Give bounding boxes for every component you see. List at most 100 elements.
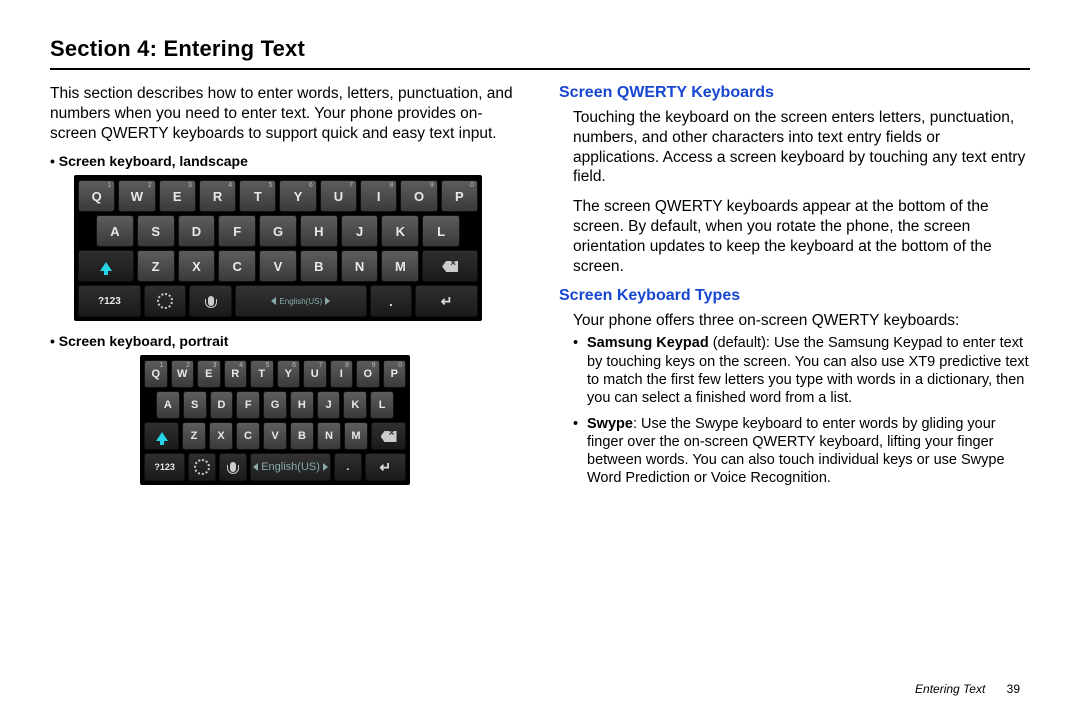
- key-c: C: [236, 422, 260, 450]
- types-block: Your phone offers three on-screen QWERTY…: [573, 311, 1030, 488]
- footer-title: Entering Text: [915, 682, 985, 696]
- key-s: S: [137, 215, 175, 247]
- key-r: R4: [224, 360, 248, 388]
- key-u: U7: [303, 360, 327, 388]
- key-t: T5: [250, 360, 274, 388]
- kb-row-2: A S D F G H J K L: [78, 215, 478, 247]
- key-space: English(US): [250, 453, 330, 481]
- key-shift: [78, 250, 134, 282]
- key-period: .: [370, 285, 413, 317]
- portrait-keyboard-label: • Screen keyboard, portrait: [50, 333, 521, 349]
- key-l: L: [370, 391, 394, 419]
- key-j: J: [317, 391, 341, 419]
- backspace-icon: [381, 431, 397, 442]
- key-m: M: [344, 422, 368, 450]
- key-period: .: [334, 453, 362, 481]
- key-v: V: [263, 422, 287, 450]
- key-f: F: [236, 391, 260, 419]
- keyboard-landscape-figure: Q1 W2 E3 R4 T5 Y6 U7 I8 O9 P0 A S: [74, 175, 521, 321]
- key-backspace: [422, 250, 478, 282]
- gear-icon: [194, 459, 210, 475]
- key-y: Y6: [279, 180, 316, 212]
- key-a: A: [96, 215, 134, 247]
- key-settings: [144, 285, 187, 317]
- kb-row-1: Q1 W2 E3 R4 T5 Y6 U7 I8 O9 P0: [78, 180, 478, 212]
- key-i: I8: [360, 180, 397, 212]
- footer-page-number: 39: [1007, 682, 1020, 696]
- key-k: K: [343, 391, 367, 419]
- shift-icon: [156, 432, 168, 441]
- key-o: O9: [356, 360, 380, 388]
- list-term: Swype: [587, 416, 633, 432]
- types-heading: Screen Keyboard Types: [559, 287, 1030, 305]
- key-enter: [365, 453, 406, 481]
- mic-icon: [230, 462, 236, 472]
- kb-row-3: Z X C V B N M: [144, 422, 406, 450]
- key-i: I8: [330, 360, 354, 388]
- section-rule: [50, 68, 1030, 70]
- gear-icon: [157, 293, 173, 309]
- key-r: R4: [199, 180, 236, 212]
- key-g: G: [259, 215, 297, 247]
- left-column: This section describes how to enter word…: [50, 84, 521, 497]
- key-n: N: [341, 250, 379, 282]
- key-shift: [144, 422, 179, 450]
- list-text: : Use the Swype keyboard to enter words …: [587, 416, 1005, 486]
- key-p: P0: [383, 360, 407, 388]
- chevron-left-icon: [271, 297, 276, 305]
- list-item: Swype: Use the Swype keyboard to enter w…: [573, 415, 1030, 488]
- key-settings: [188, 453, 216, 481]
- key-d: D: [210, 391, 234, 419]
- key-o: O9: [400, 180, 437, 212]
- key-s: S: [183, 391, 207, 419]
- key-h: H: [290, 391, 314, 419]
- key-d: D: [178, 215, 216, 247]
- key-x: X: [209, 422, 233, 450]
- mic-icon: [208, 296, 214, 306]
- chevron-left-icon: [253, 463, 258, 471]
- keyboard-types-list: Samsung Keypad (default): Use the Samsun…: [573, 334, 1030, 487]
- kb-row-1: Q1 W2 E3 R4 T5 Y6 U7 I8 O9 P0: [144, 360, 406, 388]
- qwerty-paragraph-1: Touching the keyboard on the screen ente…: [573, 108, 1030, 187]
- manual-page: Section 4: Entering Text This section de…: [0, 0, 1080, 720]
- key-g: G: [263, 391, 287, 419]
- key-mic: [219, 453, 247, 481]
- key-v: V: [259, 250, 297, 282]
- key-t: T5: [239, 180, 276, 212]
- keyboard-portrait: Q1 W2 E3 R4 T5 Y6 U7 I8 O9 P0 A S: [140, 355, 410, 485]
- qwerty-heading: Screen QWERTY Keyboards: [559, 84, 1030, 102]
- key-w: W2: [171, 360, 195, 388]
- qwerty-paragraph-2: The screen QWERTY keyboards appear at th…: [573, 197, 1030, 276]
- qwerty-block: Touching the keyboard on the screen ente…: [573, 108, 1030, 277]
- key-q: Q1: [78, 180, 115, 212]
- key-space: English(US): [235, 285, 367, 317]
- key-u: U7: [320, 180, 357, 212]
- chevron-right-icon: [323, 463, 328, 471]
- types-intro: Your phone offers three on-screen QWERTY…: [573, 311, 1030, 331]
- kb-row-2: A S D F G H J K L: [144, 391, 406, 419]
- list-term: Samsung Keypad: [587, 335, 709, 351]
- page-footer: Entering Text 39: [915, 682, 1020, 696]
- kb-row-4: ?123 English(US) .: [78, 285, 478, 317]
- key-y: Y6: [277, 360, 301, 388]
- kb-row-3: Z X C V B N M: [78, 250, 478, 282]
- key-z: Z: [182, 422, 206, 450]
- key-enter: [415, 285, 478, 317]
- key-j: J: [341, 215, 379, 247]
- key-m: M: [381, 250, 419, 282]
- key-k: K: [381, 215, 419, 247]
- key-q: Q1: [144, 360, 168, 388]
- two-column-layout: This section describes how to enter word…: [50, 84, 1030, 497]
- key-h: H: [300, 215, 338, 247]
- key-b: B: [300, 250, 338, 282]
- keyboard-landscape: Q1 W2 E3 R4 T5 Y6 U7 I8 O9 P0 A S: [74, 175, 482, 321]
- key-e: E3: [197, 360, 221, 388]
- key-n: N: [317, 422, 341, 450]
- key-b: B: [290, 422, 314, 450]
- key-backspace: [371, 422, 406, 450]
- section-title: Section 4: Entering Text: [50, 36, 1030, 66]
- kb-row-4: ?123 English(US) .: [144, 453, 406, 481]
- backspace-icon: [442, 261, 458, 272]
- key-l: L: [422, 215, 460, 247]
- key-f: F: [218, 215, 256, 247]
